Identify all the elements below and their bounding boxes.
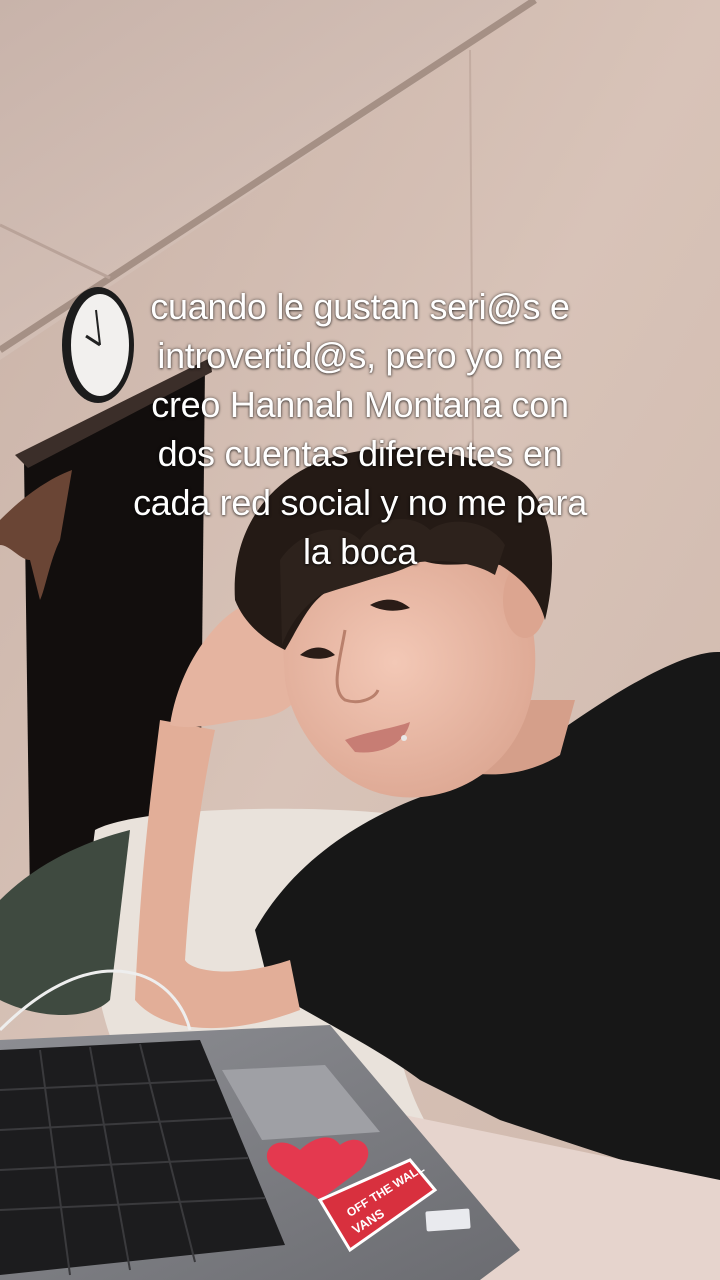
lip-piercing [401, 735, 407, 741]
caption-line: dos cuentas diferentes en [157, 433, 563, 474]
photo-scene: OFF THE WALL VANS cuando le gustan seri@… [0, 0, 720, 1280]
caption-line: cuando le gustan seri@s e [150, 286, 570, 327]
caption-line: cada red social y no me para [133, 482, 587, 523]
photo-illustration: OFF THE WALL VANS [0, 0, 720, 1280]
video-caption: cuando le gustan seri@s e introvertid@s,… [60, 282, 660, 576]
caption-line: la boca [303, 531, 417, 572]
intel-badge [425, 1208, 471, 1232]
caption-line: creo Hannah Montana con [151, 384, 569, 425]
caption-line: introvertid@s, pero yo me [157, 335, 563, 376]
